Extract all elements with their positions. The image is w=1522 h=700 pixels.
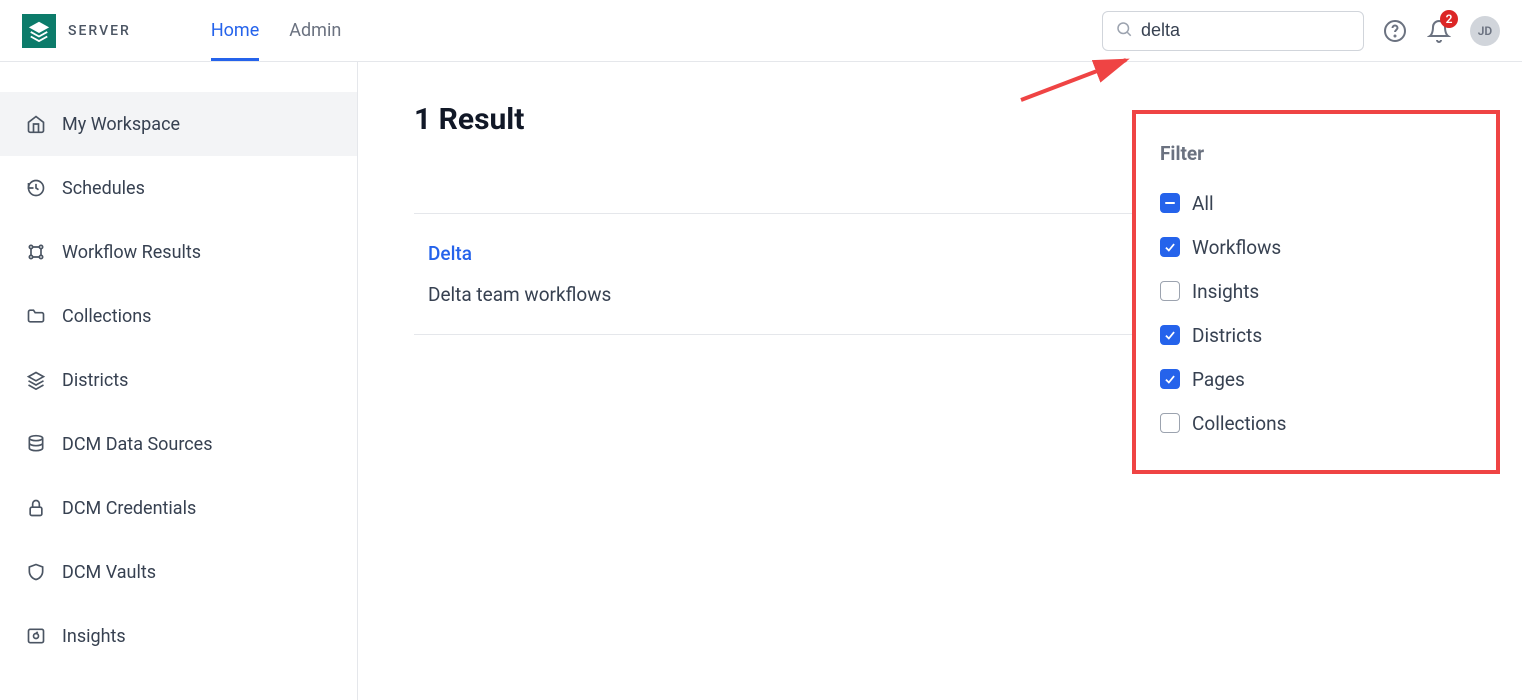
checkbox-checked-icon	[1160, 325, 1180, 345]
filter-option-label: Workflows	[1192, 236, 1281, 259]
sidebar-item-label: Collections	[62, 306, 151, 327]
gauge-icon	[26, 626, 46, 646]
nodes-icon	[26, 242, 46, 262]
search-box[interactable]	[1102, 11, 1364, 51]
checkbox-checked-icon	[1160, 237, 1180, 257]
sidebar-item-label: Districts	[62, 370, 128, 391]
shield-icon	[26, 562, 46, 582]
sidebar-item-districts[interactable]: Districts	[0, 348, 357, 412]
home-icon	[26, 114, 46, 134]
sidebar-item-workflow-results[interactable]: Workflow Results	[0, 220, 357, 284]
sidebar: My Workspace Schedules Workflow Results …	[0, 62, 358, 700]
sidebar-item-label: DCM Data Sources	[62, 434, 213, 455]
help-button[interactable]	[1382, 18, 1408, 44]
sidebar-item-label: My Workspace	[62, 114, 180, 135]
filter-title: Filter	[1160, 142, 1472, 165]
history-icon	[26, 178, 46, 198]
sidebar-item-label: Insights	[62, 626, 126, 647]
filter-panel: Filter All Workflows Insights Districts …	[1132, 110, 1500, 474]
primary-nav: Home Admin	[211, 0, 341, 61]
top-header: SERVER Home Admin 2 JD	[0, 0, 1522, 62]
filter-option-label: Collections	[1192, 412, 1286, 435]
checkbox-unchecked-icon	[1160, 281, 1180, 301]
checkbox-checked-icon	[1160, 369, 1180, 389]
filter-option-all[interactable]: All	[1160, 181, 1472, 225]
header-right: 2 JD	[1102, 11, 1500, 51]
sidebar-item-dcm-vaults[interactable]: DCM Vaults	[0, 540, 357, 604]
checkbox-indeterminate-icon	[1160, 193, 1180, 213]
sidebar-item-label: Schedules	[62, 178, 145, 199]
nav-admin[interactable]: Admin	[289, 0, 341, 61]
logo-icon	[22, 14, 56, 48]
result-title-link[interactable]: Delta	[428, 242, 611, 265]
brand: SERVER	[22, 14, 131, 48]
layers-icon	[26, 370, 46, 390]
search-icon	[1115, 20, 1133, 42]
folder-icon	[26, 306, 46, 326]
filter-option-label: Pages	[1192, 368, 1245, 391]
notifications-button[interactable]: 2	[1426, 18, 1452, 44]
sidebar-item-collections[interactable]: Collections	[0, 284, 357, 348]
sidebar-item-label: DCM Credentials	[62, 498, 196, 519]
notification-badge: 2	[1440, 10, 1458, 28]
filter-option-collections[interactable]: Collections	[1160, 401, 1472, 445]
nav-home[interactable]: Home	[211, 0, 259, 61]
sidebar-item-my-workspace[interactable]: My Workspace	[0, 92, 357, 156]
filter-option-insights[interactable]: Insights	[1160, 269, 1472, 313]
sidebar-item-schedules[interactable]: Schedules	[0, 156, 357, 220]
database-icon	[26, 434, 46, 454]
sidebar-item-insights[interactable]: Insights	[0, 604, 357, 668]
sidebar-item-label: DCM Vaults	[62, 562, 156, 583]
filter-option-pages[interactable]: Pages	[1160, 357, 1472, 401]
sidebar-item-dcm-data-sources[interactable]: DCM Data Sources	[0, 412, 357, 476]
filter-option-workflows[interactable]: Workflows	[1160, 225, 1472, 269]
lock-icon	[26, 498, 46, 518]
sidebar-item-label: Workflow Results	[62, 242, 201, 263]
brand-text: SERVER	[68, 23, 131, 39]
filter-option-label: All	[1192, 192, 1214, 215]
result-description: Delta team workflows	[428, 283, 611, 306]
search-input[interactable]	[1141, 20, 1373, 41]
filter-option-label: Districts	[1192, 324, 1262, 347]
filter-option-label: Insights	[1192, 280, 1259, 303]
sidebar-item-dcm-credentials[interactable]: DCM Credentials	[0, 476, 357, 540]
checkbox-unchecked-icon	[1160, 413, 1180, 433]
avatar[interactable]: JD	[1470, 16, 1500, 46]
filter-option-districts[interactable]: Districts	[1160, 313, 1472, 357]
